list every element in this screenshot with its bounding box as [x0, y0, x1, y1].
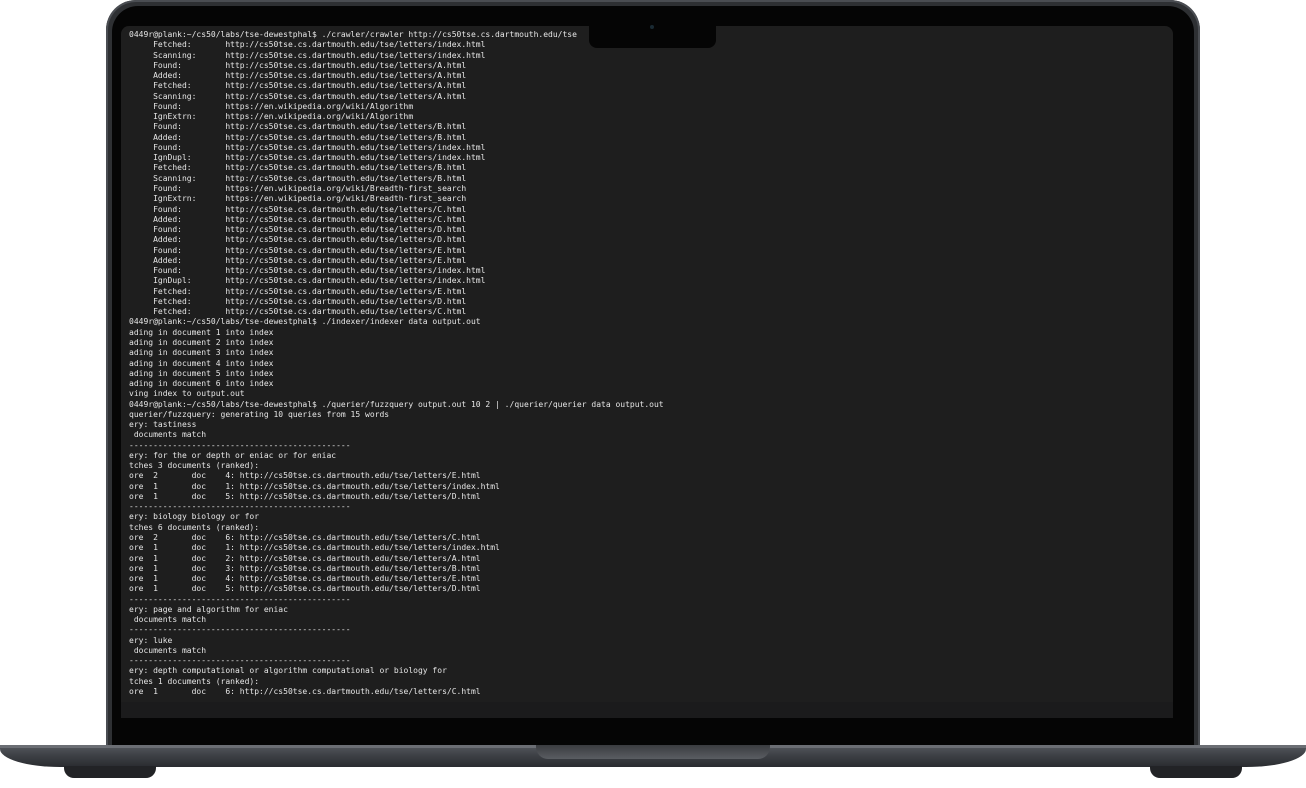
terminal-line: ery: luke: [129, 635, 173, 645]
terminal-line: ore 2 doc 6: http://cs50tse.cs.dartmouth…: [129, 533, 481, 543]
terminal-line: ading in document 5 into index: [129, 368, 274, 378]
terminal-line: Found: http://cs50tse.cs.dartmouth.edu/t…: [129, 60, 467, 70]
terminal-line: Found: http://cs50tse.cs.dartmouth.edu/t…: [129, 266, 486, 276]
terminal-line: ore 2 doc 4: http://cs50tse.cs.dartmouth…: [129, 471, 481, 481]
terminal-line: tches 1 documents (ranked):: [129, 676, 260, 686]
terminal-line: ery: tastiness: [129, 420, 197, 430]
terminal-line: querier/fuzzquery: generating 10 queries…: [129, 409, 390, 419]
terminal-line: ore 1 doc 5: http://cs50tse.cs.dartmouth…: [129, 584, 481, 594]
terminal-line: IgnExtrn: https://en.wikipedia.org/wiki/…: [129, 112, 414, 122]
terminal-line: ore 1 doc 2: http://cs50tse.cs.dartmouth…: [129, 553, 481, 563]
terminal-line: Scanning: http://cs50tse.cs.dartmouth.ed…: [129, 91, 467, 101]
terminal-line: ading in document 3 into index: [129, 348, 274, 358]
terminal-line: Added: http://cs50tse.cs.dartmouth.edu/t…: [129, 132, 467, 142]
terminal-line: Fetched: http://cs50tse.cs.dartmouth.edu…: [129, 163, 467, 173]
camera-notch: [589, 26, 716, 48]
terminal-line: Added: http://cs50tse.cs.dartmouth.edu/t…: [129, 235, 467, 245]
terminal-line: Found: http://cs50tse.cs.dartmouth.edu/t…: [129, 142, 486, 152]
terminal-line: Found: http://cs50tse.cs.dartmouth.edu/t…: [129, 204, 467, 214]
terminal-line: documents match: [129, 430, 207, 440]
terminal-line: Added: http://cs50tse.cs.dartmouth.edu/t…: [129, 71, 467, 81]
terminal-line: ----------------------------------------…: [129, 594, 351, 604]
terminal-line: ery: depth computational or algorithm co…: [129, 666, 447, 676]
terminal-line: ery: page and algorithm for eniac: [129, 604, 288, 614]
laptop-foot-right: [1150, 766, 1242, 778]
terminal-line: ading in document 6 into index: [129, 379, 274, 389]
terminal-line: Found: http://cs50tse.cs.dartmouth.edu/t…: [129, 225, 467, 235]
terminal-line: ----------------------------------------…: [129, 625, 351, 635]
terminal-line: ery: biology biology or for: [129, 512, 260, 522]
terminal-line: ore 1 doc 1: http://cs50tse.cs.dartmouth…: [129, 481, 500, 491]
terminal-line: documents match: [129, 615, 207, 625]
terminal-line: Scanning: http://cs50tse.cs.dartmouth.ed…: [129, 50, 486, 60]
lid-opening-groove: [536, 745, 770, 759]
terminal-line: ore 1 doc 3: http://cs50tse.cs.dartmouth…: [129, 563, 481, 573]
terminal-line: IgnExtrn: https://en.wikipedia.org/wiki/…: [129, 194, 467, 204]
screen-chin: [121, 702, 1173, 718]
terminal-line: Fetched: http://cs50tse.cs.dartmouth.edu…: [129, 286, 467, 296]
terminal-output[interactable]: 0449r@plank:~/cs50/labs/tse-dewestphal$ …: [129, 30, 1169, 697]
terminal-line: IgnDupl: http://cs50tse.cs.dartmouth.edu…: [129, 276, 486, 286]
laptop-foot-left: [64, 766, 156, 778]
terminal-line: ----------------------------------------…: [129, 656, 351, 666]
terminal-line: Fetched: http://cs50tse.cs.dartmouth.edu…: [129, 307, 467, 317]
terminal-line: Scanning: http://cs50tse.cs.dartmouth.ed…: [129, 173, 467, 183]
terminal-line: ore 1 doc 1: http://cs50tse.cs.dartmouth…: [129, 543, 500, 553]
terminal-line: Found: http://cs50tse.cs.dartmouth.edu/t…: [129, 122, 467, 132]
terminal-line: ery: for the or depth or eniac or for en…: [129, 450, 337, 460]
terminal-line: ore 1 doc 4: http://cs50tse.cs.dartmouth…: [129, 574, 481, 584]
terminal-line: ore 1 doc 5: http://cs50tse.cs.dartmouth…: [129, 491, 481, 501]
terminal-line: tches 3 documents (ranked):: [129, 461, 260, 471]
terminal-line: Added: http://cs50tse.cs.dartmouth.edu/t…: [129, 214, 467, 224]
terminal-line: ading in document 2 into index: [129, 337, 274, 347]
terminal-line: ading in document 4 into index: [129, 358, 274, 368]
terminal-line: documents match: [129, 645, 207, 655]
terminal-window[interactable]: 0449r@plank:~/cs50/labs/tse-dewestphal$ …: [121, 26, 1173, 702]
terminal-line: Found: http://cs50tse.cs.dartmouth.edu/t…: [129, 245, 467, 255]
terminal-line: Added: http://cs50tse.cs.dartmouth.edu/t…: [129, 255, 467, 265]
camera-icon: [650, 25, 654, 29]
terminal-line: IgnDupl: http://cs50tse.cs.dartmouth.edu…: [129, 153, 486, 163]
terminal-line: Found: https://en.wikipedia.org/wiki/Bre…: [129, 183, 467, 193]
terminal-line: ore 1 doc 6: http://cs50tse.cs.dartmouth…: [129, 687, 481, 696]
terminal-line: tches 6 documents (ranked):: [129, 522, 260, 532]
terminal-line: Fetched: http://cs50tse.cs.dartmouth.edu…: [129, 296, 467, 306]
terminal-line: Found: https://en.wikipedia.org/wiki/Alg…: [129, 101, 414, 111]
terminal-line: ----------------------------------------…: [129, 502, 351, 512]
terminal-line: ving index to output.out: [129, 389, 245, 399]
terminal-line: Fetched: http://cs50tse.cs.dartmouth.edu…: [129, 81, 467, 91]
terminal-line: ----------------------------------------…: [129, 440, 351, 450]
terminal-line: 0449r@plank:~/cs50/labs/tse-dewestphal$ …: [129, 317, 481, 327]
terminal-line: ading in document 1 into index: [129, 327, 274, 337]
terminal-line: 0449r@plank:~/cs50/labs/tse-dewestphal$ …: [129, 399, 664, 409]
